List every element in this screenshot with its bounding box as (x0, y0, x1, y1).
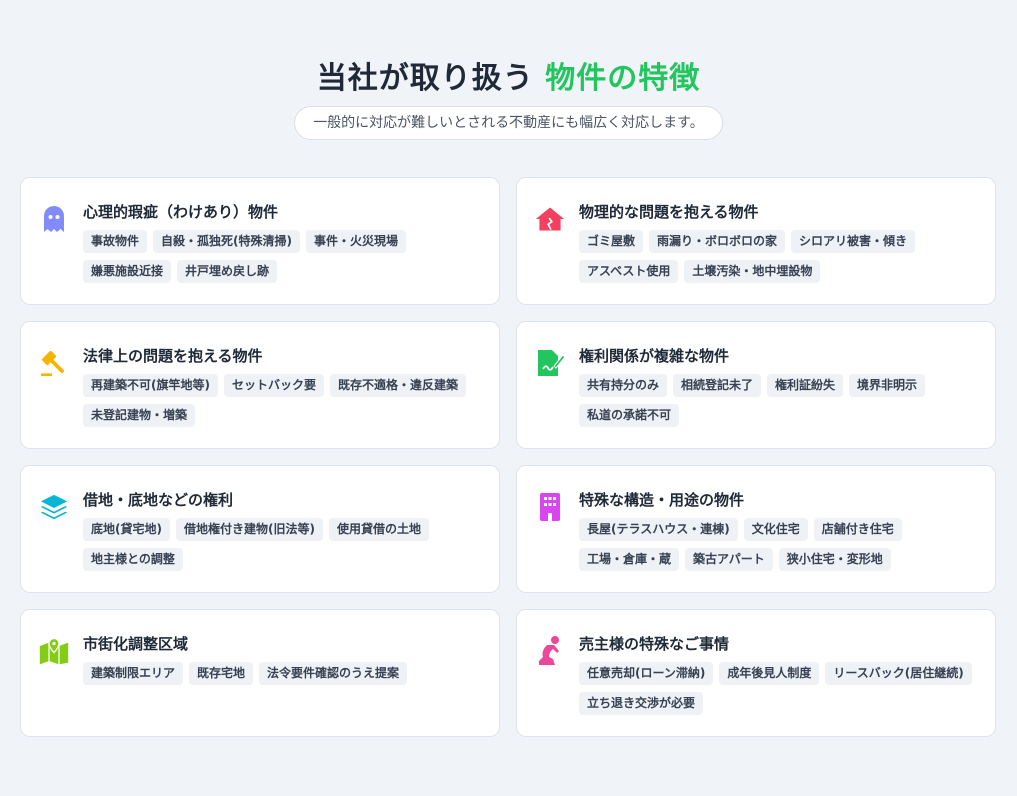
tag: 地主様との調整 (83, 548, 183, 571)
tag: 再建築不可(旗竿地等) (83, 374, 218, 397)
tag: 私道の承諾不可 (579, 404, 680, 427)
tag: 自殺・孤独死(特殊清掃) (153, 230, 300, 253)
card-title: 権利関係が複雑な物件 (579, 347, 730, 365)
tag: 嫌悪施設近接 (83, 260, 172, 283)
feature-card: 法律上の問題を抱える物件再建築不可(旗竿地等) セットバック要 既存不適格・違反建築… (20, 321, 500, 449)
card-title: 売主様の特殊なご事情 (579, 635, 730, 653)
praying-person-icon (535, 636, 565, 666)
tag: シロアリ被害・傾き (791, 230, 916, 253)
broken-house-icon (535, 204, 565, 234)
tag: 建築制限エリア (83, 662, 184, 685)
tag: 未登記建物・増築 (83, 404, 196, 427)
tag-list: 共有持分のみ 相続登記未了 権利証紛失 境界非明示私道の承諾不可 (579, 374, 979, 427)
tag: 成年後見人制度 (719, 662, 820, 685)
tag-list: 長屋(テラスハウス・連棟) 文化住宅 店舗付き住宅工場・倉庫・蔵 築古アパート 狭小住宅… (579, 518, 979, 571)
tag: 既存宅地 (189, 662, 254, 685)
card-title: 法律上の問題を抱える物件 (83, 347, 263, 365)
map-location-icon (39, 636, 69, 666)
tag: リースバック(居住継続) (825, 662, 972, 685)
feature-card: 特殊な構造・用途の物件長屋(テラスハウス・連棟) 文化住宅 店舗付き住宅工場・倉庫・… (516, 465, 996, 593)
tag: 相続登記未了 (673, 374, 762, 397)
tag: 長屋(テラスハウス・連棟) (579, 518, 738, 541)
feature-card: 借地・底地などの権利底地(貸宅地) 借地権付き建物(旧法等) 使用貸借の土地地主様と… (20, 465, 500, 593)
tag-list: 底地(貸宅地) 借地権付き建物(旧法等) 使用貸借の土地地主様との調整 (83, 518, 483, 571)
property-feature-grid: 心理的瑕疵（わけあり）物件事故物件 自殺・孤独死(特殊清掃) 事件・火災現場嫌悪施設… (20, 177, 996, 737)
tag: 店舗付き住宅 (813, 518, 902, 541)
tag: 築古アパート (685, 548, 773, 571)
tag: 立ち退き交渉が必要 (579, 692, 704, 715)
card-title: 心理的瑕疵（わけあり）物件 (83, 203, 279, 221)
card-title: 借地・底地などの権利 (83, 491, 234, 509)
layers-icon (39, 492, 69, 522)
title-accent: 物件の特徴 (545, 61, 701, 96)
tag: 狭小住宅・変形地 (778, 548, 891, 571)
title-main: 当社が取り扱う (316, 61, 534, 96)
tag: 法令要件確認のうえ提案 (259, 662, 408, 685)
tag: 任意売却(ローン滞納) (579, 662, 714, 685)
tag-list: ゴミ屋敷 雨漏り・ボロボロの家 シロアリ被害・傾きアスベスト使用 土壌汚染・地中埋設物 (579, 230, 979, 283)
tag: 事件・火災現場 (306, 230, 407, 253)
tag-list: 建築制限エリア 既存宅地 法令要件確認のうえ提案 (83, 662, 483, 685)
tag: 使用貸借の土地 (328, 518, 429, 541)
gavel-icon (39, 348, 69, 378)
card-title: 特殊な構造・用途の物件 (579, 491, 745, 509)
tag: 権利証紛失 (767, 374, 844, 397)
tag: 底地(貸宅地) (83, 518, 170, 541)
signature-document-icon (535, 348, 565, 378)
feature-card: 物理的な問題を抱える物件ゴミ屋敷 雨漏り・ボロボロの家 シロアリ被害・傾きアスベスト… (516, 177, 996, 305)
tag-list: 任意売却(ローン滞納) 成年後見人制度 リースバック(居住継続) 立ち退き交渉が必要 (579, 662, 979, 715)
building-icon (535, 492, 565, 522)
page-subtitle: 一般的に対応が難しいとされる不動産にも幅広く対応します。 (294, 106, 723, 140)
tag: 文化住宅 (743, 518, 808, 541)
tag: 事故物件 (83, 230, 148, 253)
feature-card: 市街化調整区域建築制限エリア 既存宅地 法令要件確認のうえ提案 (20, 609, 500, 737)
tag: セットバック要 (223, 374, 324, 397)
card-title: 市街化調整区域 (83, 635, 189, 653)
ghost-icon (39, 204, 69, 234)
tag: 借地権付き建物(旧法等) (175, 518, 323, 541)
card-title: 物理的な問題を抱える物件 (579, 203, 759, 221)
tag: アスベスト使用 (579, 260, 679, 283)
feature-card: 売主様の特殊なご事情任意売却(ローン滞納) 成年後見人制度 リースバック(居住継続)… (516, 609, 996, 737)
tag: ゴミ屋敷 (579, 230, 644, 253)
tag: 雨漏り・ボロボロの家 (649, 230, 786, 253)
tag: 境界非明示 (849, 374, 926, 397)
tag-list: 事故物件 自殺・孤独死(特殊清掃) 事件・火災現場嫌悪施設近接 井戸埋め戻し跡 (83, 230, 483, 283)
tag: 井戸埋め戻し跡 (177, 260, 278, 283)
tag: 工場・倉庫・蔵 (579, 548, 680, 571)
page-title: 当社が取り扱う 物件の特徴 (0, 60, 1017, 98)
tag: 共有持分のみ (579, 374, 668, 397)
page-header: 当社が取り扱う 物件の特徴 一般的に対応が難しいとされる不動産にも幅広く対応しま… (0, 60, 1017, 140)
tag: 既存不適格・違反建築 (330, 374, 467, 397)
tag: 土壌汚染・地中埋設物 (684, 260, 821, 283)
tag-list: 再建築不可(旗竿地等) セットバック要 既存不適格・違反建築未登記建物・増築 (83, 374, 483, 427)
feature-card: 権利関係が複雑な物件共有持分のみ 相続登記未了 権利証紛失 境界非明示私道の承諾不可 (516, 321, 996, 449)
feature-card: 心理的瑕疵（わけあり）物件事故物件 自殺・孤独死(特殊清掃) 事件・火災現場嫌悪施設… (20, 177, 500, 305)
